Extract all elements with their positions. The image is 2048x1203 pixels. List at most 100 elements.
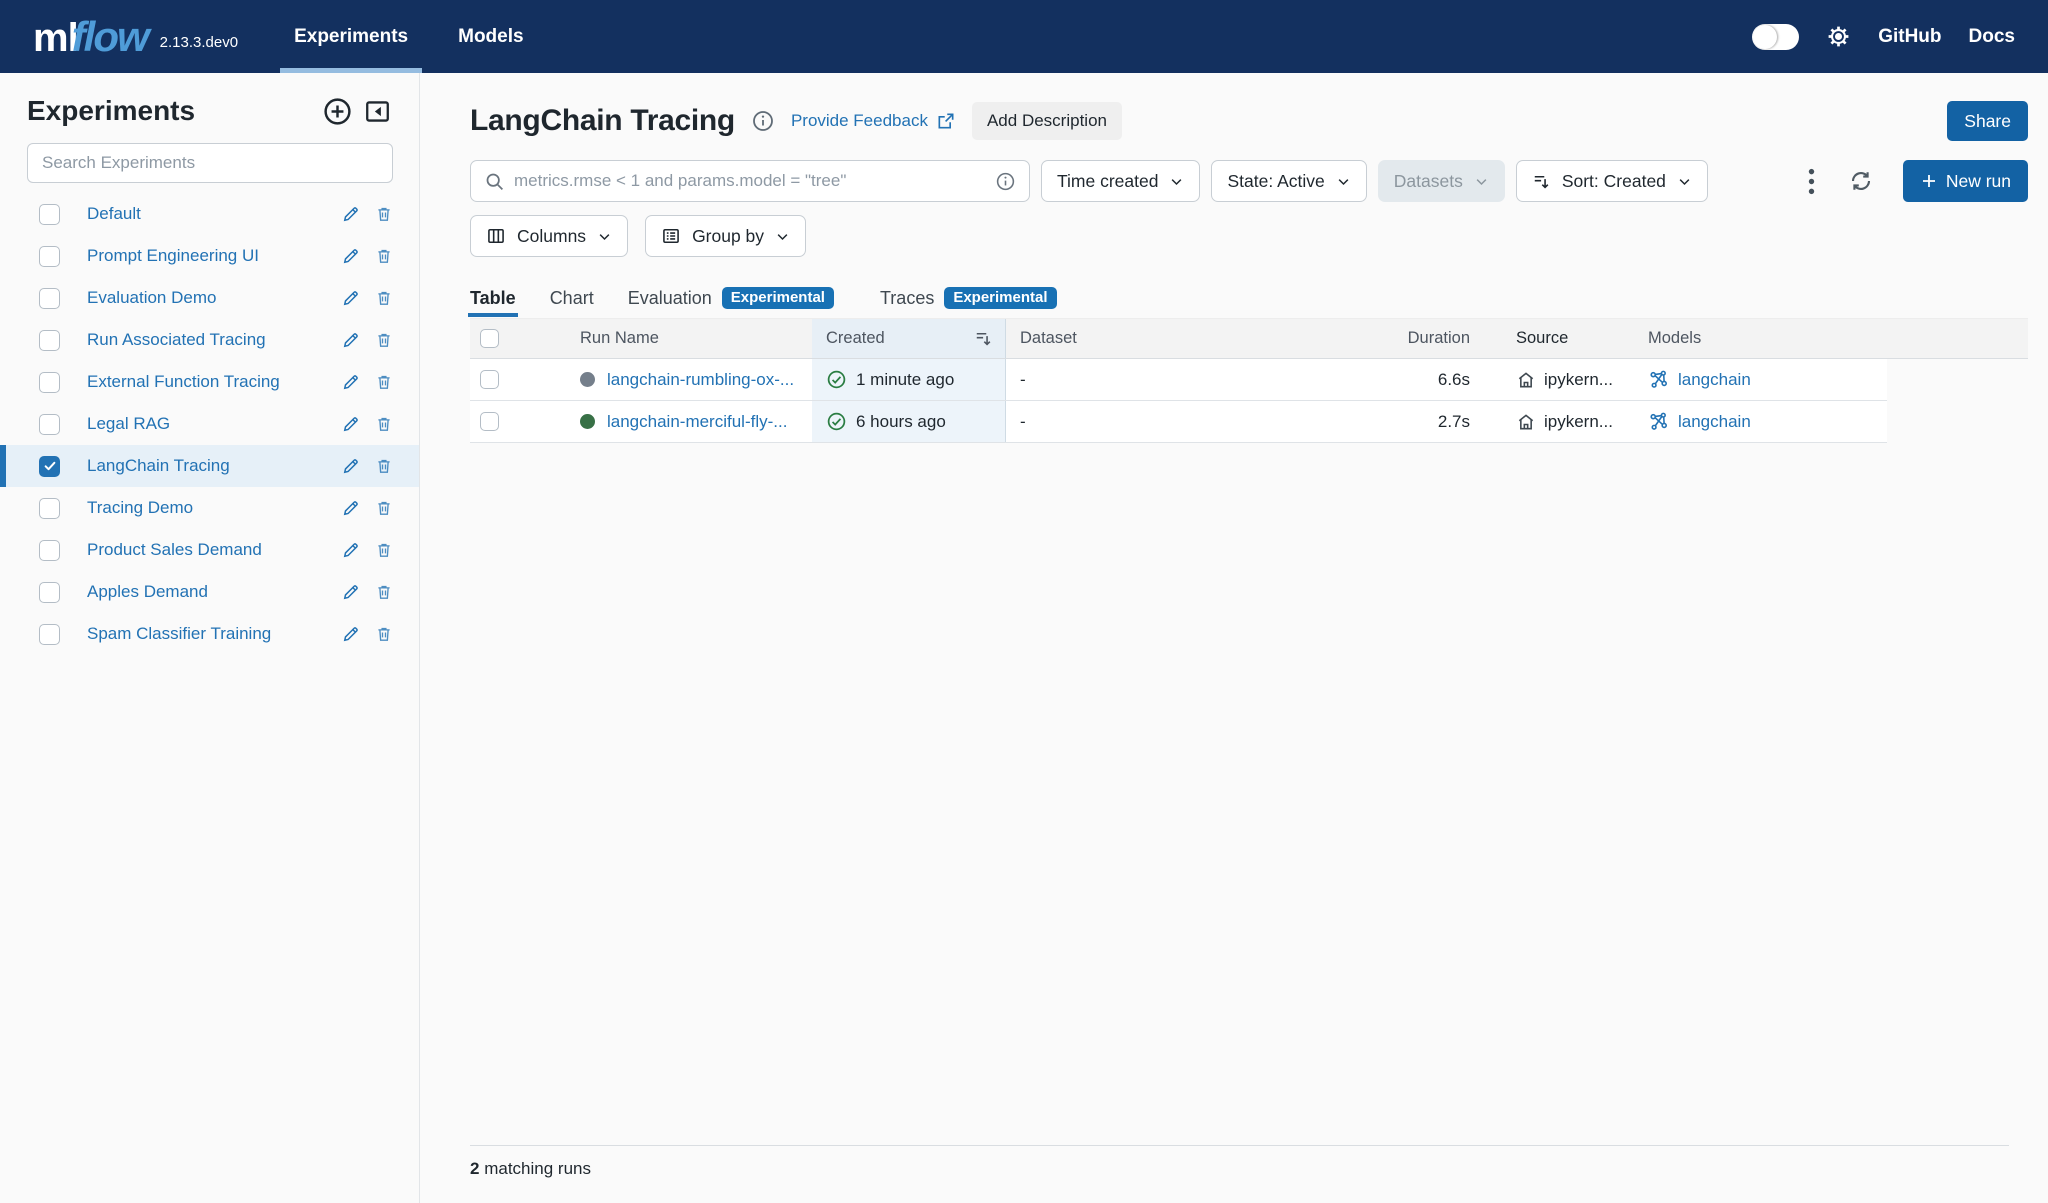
experiment-list-item: Prompt Engineering UI — [0, 235, 419, 277]
columns-button[interactable]: Columns — [470, 215, 628, 257]
runs-search-input[interactable] — [514, 171, 986, 191]
group-by-button[interactable]: Group by — [645, 215, 806, 257]
new-run-button[interactable]: New run — [1903, 160, 2028, 202]
experiment-link[interactable]: Prompt Engineering UI — [87, 246, 341, 266]
edit-experiment-icon[interactable] — [341, 288, 361, 308]
group-by-icon — [661, 226, 681, 246]
delete-experiment-icon[interactable] — [375, 205, 393, 223]
run-name-link[interactable]: langchain-merciful-fly-... — [607, 412, 787, 432]
delete-experiment-icon[interactable] — [375, 625, 393, 643]
tab-traces[interactable]: Traces Experimental — [880, 280, 1057, 316]
run-name-link[interactable]: langchain-rumbling-ox-... — [607, 370, 794, 390]
experiment-link[interactable]: External Function Tracing — [87, 372, 341, 392]
refresh-icon[interactable] — [1849, 169, 1873, 193]
edit-experiment-icon[interactable] — [341, 414, 361, 434]
experiment-link[interactable]: Evaluation Demo — [87, 288, 341, 308]
more-options-icon[interactable] — [1804, 168, 1819, 195]
sort-dropdown[interactable]: Sort: Created — [1516, 160, 1708, 202]
nav-tab-models[interactable]: Models — [444, 0, 537, 73]
edit-experiment-icon[interactable] — [341, 246, 361, 266]
nav-tab-experiments[interactable]: Experiments — [280, 0, 422, 73]
header-run-name[interactable]: Run Name — [510, 319, 812, 358]
collapse-sidebar-icon[interactable] — [363, 97, 392, 126]
time-created-filter[interactable]: Time created — [1041, 160, 1200, 202]
logo-flow-text: flow — [72, 13, 148, 61]
columns-icon — [486, 226, 506, 246]
theme-toggle[interactable] — [1752, 24, 1799, 50]
created-value: 1 minute ago — [856, 370, 954, 390]
sort-desc-icon[interactable] — [974, 329, 993, 348]
matching-runs-label: matching runs — [484, 1159, 591, 1178]
experiment-checkbox[interactable] — [39, 288, 60, 309]
source-value: ipykern... — [1544, 412, 1613, 432]
experiment-link[interactable]: Default — [87, 204, 341, 224]
experiment-info-icon[interactable] — [751, 109, 775, 133]
tab-chart[interactable]: Chart — [550, 280, 594, 316]
chevron-down-icon — [1336, 174, 1351, 189]
experiment-checkbox-checked[interactable] — [39, 456, 60, 477]
edit-experiment-icon[interactable] — [341, 204, 361, 224]
provide-feedback-link[interactable]: Provide Feedback — [791, 111, 956, 131]
experiment-link[interactable]: Run Associated Tracing — [87, 330, 341, 350]
matching-runs-footer: 2 matching runs — [470, 1145, 2009, 1179]
header-dataset[interactable]: Dataset — [1006, 319, 1395, 358]
search-experiments-input[interactable] — [27, 143, 393, 183]
edit-experiment-icon[interactable] — [341, 498, 361, 518]
experiment-list-item-selected: LangChain Tracing — [0, 445, 419, 487]
add-description-button[interactable]: Add Description — [972, 102, 1122, 140]
delete-experiment-icon[interactable] — [375, 415, 393, 433]
edit-experiment-icon[interactable] — [341, 624, 361, 644]
experiment-link[interactable]: Apples Demand — [87, 582, 341, 602]
select-all-checkbox[interactable] — [480, 329, 499, 348]
model-link[interactable]: langchain — [1678, 412, 1751, 432]
delete-experiment-icon[interactable] — [375, 289, 393, 307]
datasets-filter[interactable]: Datasets — [1378, 160, 1505, 202]
experiment-checkbox[interactable] — [39, 204, 60, 225]
delete-experiment-icon[interactable] — [375, 331, 393, 349]
delete-experiment-icon[interactable] — [375, 457, 393, 475]
edit-experiment-icon[interactable] — [341, 456, 361, 476]
delete-experiment-icon[interactable] — [375, 499, 393, 517]
chevron-down-icon — [1474, 174, 1489, 189]
edit-experiment-icon[interactable] — [341, 372, 361, 392]
delete-experiment-icon[interactable] — [375, 541, 393, 559]
run-checkbox[interactable] — [480, 412, 499, 431]
delete-experiment-icon[interactable] — [375, 373, 393, 391]
experiment-link[interactable]: Tracing Demo — [87, 498, 341, 518]
header-models[interactable]: Models — [1635, 319, 2028, 358]
experiment-checkbox[interactable] — [39, 330, 60, 351]
experiment-checkbox[interactable] — [39, 372, 60, 393]
tab-table[interactable]: Table — [470, 280, 516, 316]
github-link[interactable]: GitHub — [1878, 26, 1941, 48]
view-tabs: Table Chart Evaluation Experimental Trac… — [470, 280, 2028, 316]
edit-experiment-icon[interactable] — [341, 330, 361, 350]
header-created[interactable]: Created — [812, 319, 1006, 358]
share-button[interactable]: Share — [1947, 101, 2028, 141]
gear-icon[interactable] — [1826, 24, 1851, 49]
tab-evaluation[interactable]: Evaluation Experimental — [628, 280, 834, 316]
experiment-link[interactable]: Legal RAG — [87, 414, 341, 434]
edit-experiment-icon[interactable] — [341, 540, 361, 560]
experiment-checkbox[interactable] — [39, 246, 60, 267]
experiment-checkbox[interactable] — [39, 624, 60, 645]
run-checkbox[interactable] — [480, 370, 499, 389]
docs-link[interactable]: Docs — [1969, 26, 2015, 48]
state-filter[interactable]: State: Active — [1211, 160, 1366, 202]
delete-experiment-icon[interactable] — [375, 247, 393, 265]
experiment-link[interactable]: Spam Classifier Training — [87, 624, 341, 644]
edit-experiment-icon[interactable] — [341, 582, 361, 602]
delete-experiment-icon[interactable] — [375, 583, 393, 601]
experiment-checkbox[interactable] — [39, 414, 60, 435]
experiment-checkbox[interactable] — [39, 540, 60, 561]
experiment-link[interactable]: LangChain Tracing — [87, 456, 341, 476]
search-info-icon[interactable] — [995, 171, 1016, 192]
experiment-checkbox[interactable] — [39, 498, 60, 519]
experiment-list-item: Run Associated Tracing — [0, 319, 419, 361]
header-source[interactable]: Source — [1480, 319, 1635, 358]
new-experiment-icon[interactable] — [322, 96, 353, 127]
experiment-checkbox[interactable] — [39, 582, 60, 603]
header-duration[interactable]: Duration — [1395, 319, 1480, 358]
model-link[interactable]: langchain — [1678, 370, 1751, 390]
run-row: langchain-rumbling-ox-... 1 minute ago -… — [470, 359, 1887, 401]
experiment-link[interactable]: Product Sales Demand — [87, 540, 341, 560]
